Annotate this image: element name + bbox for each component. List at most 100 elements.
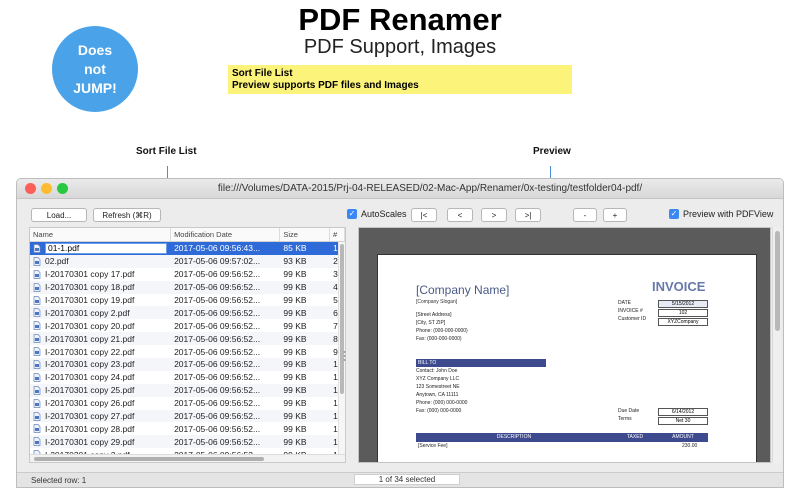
table-row[interactable]: I-20170301 copy 29.pdf 2017-05-06 09:56:5… [30, 435, 345, 449]
checkmark-icon: ✓ [347, 209, 357, 219]
load-button[interactable]: Load... [31, 208, 87, 222]
cell-size: 99 KB [283, 372, 307, 383]
minimize-window-button[interactable] [41, 183, 52, 194]
cell-name: I-20170301 copy 23.pdf [30, 359, 171, 369]
autoscales-checkbox[interactable]: ✓ AutoScales [347, 209, 407, 219]
cell-modification-date: 2017-05-06 09:56:52... [174, 436, 261, 447]
close-window-button[interactable] [25, 183, 36, 194]
title-bar[interactable]: file:///Volumes/DATA-2015/Prj-04-RELEASE… [17, 179, 783, 199]
previous-page-button[interactable]: < [447, 208, 473, 222]
zoom-in-button[interactable]: + [603, 208, 627, 222]
cell-name: I-20170301 copy 21.pdf [30, 334, 171, 344]
table-row[interactable]: I-20170301 copy 18.pdf 2017-05-06 09:56:5… [30, 280, 345, 294]
cell-size: 93 KB [283, 256, 307, 267]
file-name: I-20170301 copy 27.pdf [45, 411, 135, 422]
window-title: file:///Volumes/DATA-2015/Prj-04-RELEASE… [217, 183, 643, 194]
table-row[interactable]: 01-1.pdf 2017-05-06 09:56:43... 85 KB 1 [30, 242, 345, 255]
refresh-button[interactable]: Refresh (⌘R) [93, 208, 161, 222]
bill-to-block: Contact: John Doe XYZ Company LLC 123 So… [416, 367, 467, 415]
table-row[interactable]: I-20170301 copy 19.pdf 2017-05-06 09:56:5… [30, 294, 345, 307]
rename-field[interactable]: 01-1.pdf [45, 242, 167, 254]
badge-line: Does [77, 41, 113, 58]
column-header-name[interactable]: Name [30, 228, 172, 241]
column-header-number[interactable]: # [330, 228, 345, 241]
address-line: Fax: (000-000-0000) [416, 336, 462, 342]
invoice-company-name: [Company Name] [416, 283, 510, 297]
zoom-window-button[interactable] [57, 183, 68, 194]
zoom-out-button[interactable]: - [573, 208, 597, 222]
cell-modification-date: 2017-05-06 09:56:52... [174, 372, 261, 383]
pdf-file-icon [33, 334, 41, 344]
bill-to-line: Contact: John Doe [416, 368, 458, 374]
file-name: I-20170301 copy 25.pdf [45, 385, 135, 396]
bill-to-line: Anytown, CA 11111 [416, 392, 459, 398]
table-header: Name Modification Date Size # [30, 228, 345, 242]
file-name: I-20170301 copy 26.pdf [45, 398, 135, 409]
pdf-file-icon [33, 282, 41, 292]
col-taxed: TAXED [626, 434, 644, 440]
column-header-modification-date[interactable]: Modification Date [171, 228, 281, 241]
cell-modification-date: 2017-05-06 09:56:52... [174, 333, 261, 344]
pdf-preview-pane[interactable]: [Company Name] [Company Slogan] INVOICE … [358, 227, 771, 463]
table-row[interactable]: I-20170301 copy 22.pdf 2017-05-06 09:56:5… [30, 345, 345, 358]
scroll-thumb[interactable] [775, 231, 780, 331]
file-name: I-20170301 copy 21.pdf [45, 333, 135, 344]
table-row[interactable]: I-20170301 copy 24.pdf 2017-05-06 09:56:5… [30, 371, 345, 384]
table-row[interactable]: 02.pdf 2017-05-06 09:57:02... 93 KB 2 [30, 254, 345, 268]
preview-with-pdfview-checkbox[interactable]: ✓ Preview with PDFView [669, 209, 773, 219]
table-row[interactable]: I-20170301 copy 25.pdf 2017-05-06 09:56:5… [30, 383, 345, 397]
file-name: I-20170301 copy 29.pdf [45, 436, 135, 447]
cell-size: 99 KB [283, 269, 307, 280]
cell-name: I-20170301 copy 29.pdf [30, 437, 171, 447]
file-name: 02.pdf [45, 256, 69, 267]
table-row[interactable]: I-20170301 copy 28.pdf 2017-05-06 09:56:5… [30, 422, 345, 435]
cell-name: I-20170301 copy 18.pdf [30, 282, 171, 292]
first-page-button[interactable]: |< [411, 208, 437, 222]
column-header-size[interactable]: Size [280, 228, 331, 241]
scroll-thumb[interactable] [340, 244, 344, 394]
table-vertical-scrollbar[interactable] [338, 242, 345, 454]
cell-modification-date: 2017-05-06 09:56:52... [174, 423, 261, 434]
preview-vertical-scrollbar[interactable] [772, 227, 781, 463]
cell-name: I-20170301 copy 19.pdf [30, 295, 171, 305]
cell-size: 99 KB [283, 411, 307, 422]
next-page-button[interactable]: > [481, 208, 507, 222]
pdf-file-icon [33, 256, 41, 266]
table-row[interactable]: I-20170301 copy 17.pdf 2017-05-06 09:56:5… [30, 268, 345, 281]
invoice-table-header: DESCRIPTION TAXED AMOUNT [416, 433, 708, 442]
app-window: file:///Volumes/DATA-2015/Prj-04-RELEASE… [16, 178, 784, 488]
table-horizontal-scrollbar[interactable] [30, 454, 345, 462]
address-line: [Street Address] [416, 312, 452, 318]
cell-modification-date: 2017-05-06 09:56:43... [174, 243, 261, 254]
table-row[interactable]: I-20170301 copy 26.pdf 2017-05-06 09:56:5… [30, 397, 345, 410]
cell-size: 99 KB [283, 295, 307, 305]
address-line: Phone: (000-000-0000) [416, 328, 468, 334]
file-list-table[interactable]: Name Modification Date Size # 01-1.pdf 20… [29, 227, 346, 463]
callout-preview: Preview [533, 146, 571, 157]
invoice-number-label: INVOICE # [618, 308, 643, 314]
table-row[interactable]: I-20170301 copy 21.pdf 2017-05-06 09:56:5… [30, 332, 345, 346]
selected-row-status: Selected row: 1 [31, 476, 87, 485]
split-view-handle[interactable] [343, 349, 346, 363]
pdf-file-icon [33, 244, 41, 253]
cell-name: 02.pdf [30, 256, 171, 266]
cell-name: I-20170301 copy 28.pdf [30, 424, 171, 434]
file-name: I-20170301 copy 19.pdf [45, 295, 135, 305]
table-row[interactable]: I-20170301 copy 23.pdf 2017-05-06 09:56:5… [30, 358, 345, 371]
table-row[interactable]: I-20170301 copy 20.pdf 2017-05-06 09:56:5… [30, 319, 345, 332]
terms-value: Net 30 [658, 417, 708, 425]
cell-modification-date: 2017-05-06 09:56:52... [174, 346, 261, 357]
cell-name: I-20170301 copy 26.pdf [30, 398, 171, 408]
col-description: DESCRIPTION [496, 434, 532, 440]
date-value: 5/15/2012 [658, 300, 708, 308]
table-row[interactable]: I-20170301 copy 27.pdf 2017-05-06 09:56:5… [30, 409, 345, 423]
customer-id-label: Customer ID [618, 316, 647, 322]
invoice-heading: INVOICE [652, 279, 706, 294]
cell-modification-date: 2017-05-06 09:56:52... [174, 282, 261, 293]
table-row[interactable]: I-20170301 copy 2.pdf 2017-05-06 09:56:52… [30, 306, 345, 320]
scroll-thumb[interactable] [34, 457, 264, 461]
last-page-button[interactable]: >| [515, 208, 541, 222]
cell-size: 99 KB [283, 436, 307, 447]
note-line: Preview supports PDF files and Images [232, 80, 419, 91]
cell-size: 99 KB [283, 307, 307, 318]
